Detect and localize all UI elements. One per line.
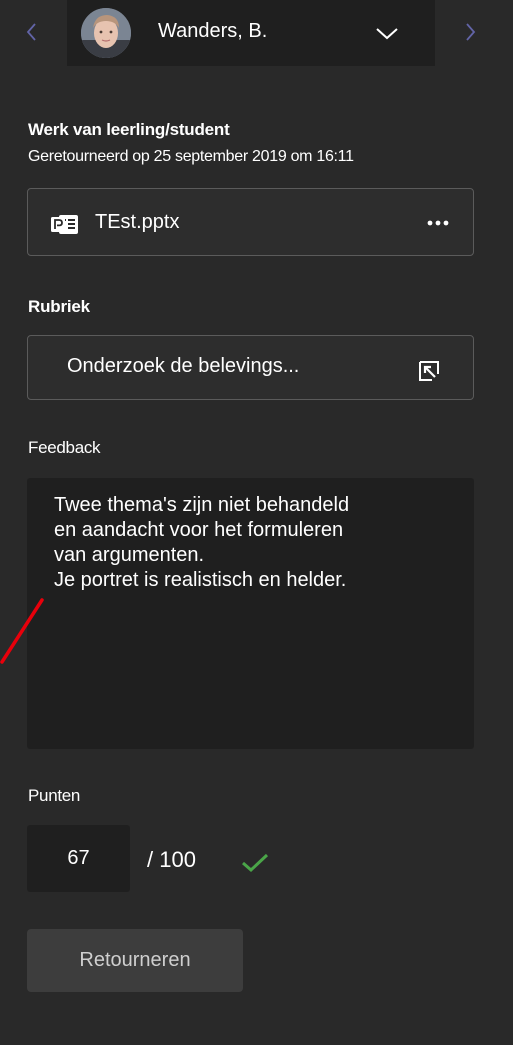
points-input[interactable]: 67 [27,825,130,892]
feedback-line: Je portret is realistisch en helder. [54,569,347,591]
return-button[interactable]: Retourneren [27,929,243,992]
chevron-left-icon [26,23,36,41]
expand-icon [419,361,439,381]
rubric-button[interactable]: Onderzoek de belevings... [27,335,474,400]
feedback-textarea[interactable]: Twee thema's zijn niet behandeld en aand… [27,478,474,749]
student-name: Wanders, B. [158,20,268,42]
rubric-button-label: Onderzoek de belevings... [67,355,300,377]
attachment-card[interactable]: TEst.pptx [27,188,474,256]
points-max: / 100 [147,847,196,872]
feedback-line: en aandacht voor het formuleren [54,519,344,541]
previous-student-button[interactable] [14,14,50,50]
student-selector[interactable]: Wanders, B. [67,0,435,66]
feedback-line: Twee thema's zijn niet behandeld [54,494,350,516]
more-options-icon [427,220,449,226]
annotation-mark [0,598,44,664]
chevron-right-icon [466,23,476,41]
points-heading: Punten [28,786,81,805]
return-status-text: Geretourneerd op 25 september 2019 om 16… [28,148,354,165]
feedback-line: van argumenten. [54,544,205,566]
more-options-button[interactable] [420,207,456,239]
checkmark-icon [242,853,269,873]
powerpoint-icon [51,215,78,234]
student-work-heading: Werk van leerling/student [28,120,230,139]
avatar [81,8,131,58]
chevron-down-icon [376,28,398,40]
next-student-button[interactable] [452,14,488,50]
rubric-heading: Rubriek [28,297,90,316]
feedback-heading: Feedback [28,438,101,457]
attachment-file-name[interactable]: TEst.pptx [95,211,179,234]
